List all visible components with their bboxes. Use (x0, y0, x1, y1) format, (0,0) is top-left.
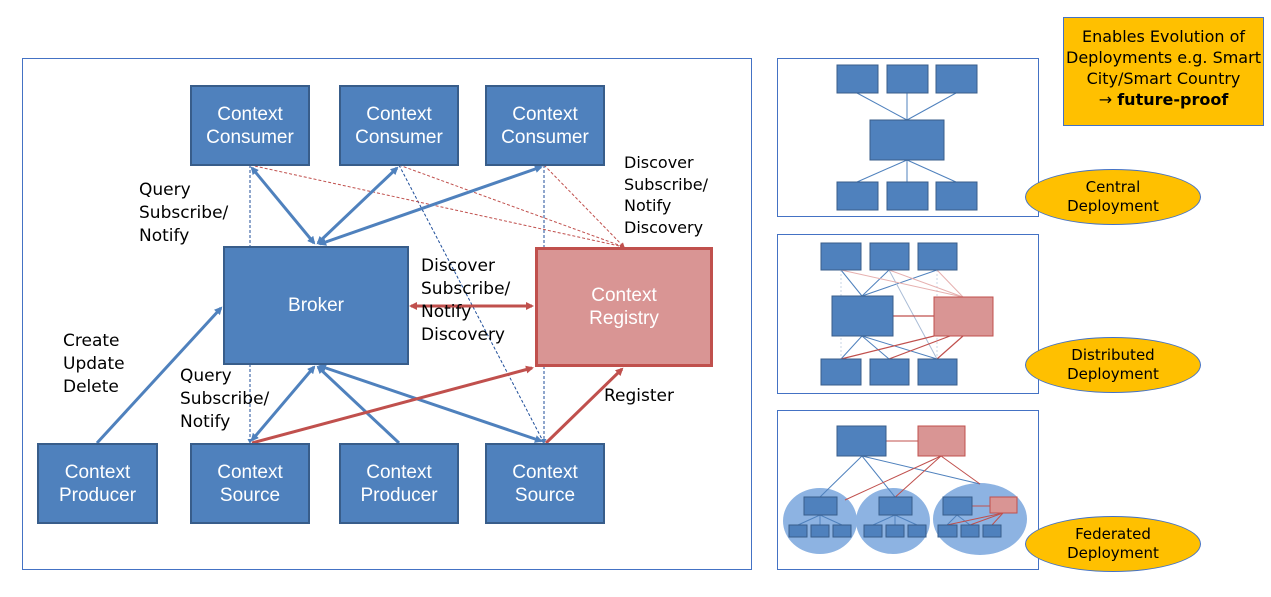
context-producer-box: Context Producer (37, 443, 158, 524)
context-consumer-box: Context Consumer (485, 85, 605, 166)
central-deployment-label: Central Deployment (1025, 169, 1201, 225)
query-label-top: Query Subscribe/ Notify (139, 180, 229, 246)
context-registry-box: Context Registry (535, 247, 713, 367)
context-consumer-box: Context Consumer (190, 85, 310, 166)
broker-box: Broker (223, 246, 409, 365)
create-update-delete-label: Create Update Delete (63, 331, 125, 397)
note-bold-text: future-proof (1117, 90, 1229, 109)
source-broker-arrow (318, 364, 543, 443)
consumer-broker-arrow (318, 165, 543, 246)
arrow-icon: → (1098, 90, 1113, 109)
distributed-deployment-label: Distributed Deployment (1025, 337, 1201, 393)
federated-deployment-label: Federated Deployment (1025, 516, 1201, 572)
discover-label-middle: Discover Subscribe/ Notify Discovery (421, 256, 511, 345)
register-label: Register (604, 386, 674, 406)
discover-label-top: Discover Subscribe/ Notify Discovery (624, 153, 708, 237)
register-arrow (251, 365, 534, 445)
context-source-box: Context Source (190, 443, 310, 524)
federated-deployment-diagram (783, 425, 1027, 555)
distributed-deployment-diagram (820, 242, 994, 386)
context-producer-box: Context Producer (339, 443, 459, 524)
consumer-broker-arrow (250, 166, 316, 245)
query-label-bottom: Query Subscribe/ Notify (180, 366, 270, 432)
note-text: Enables Evolution of Deployments e.g. Sm… (1066, 27, 1261, 88)
central-deployment-diagram (836, 64, 978, 211)
context-source-box: Context Source (485, 443, 605, 524)
evolution-note: Enables Evolution of Deployments e.g. Sm… (1063, 17, 1264, 126)
context-consumer-box: Context Consumer (339, 85, 459, 166)
dashed-discovery-link (543, 164, 625, 248)
